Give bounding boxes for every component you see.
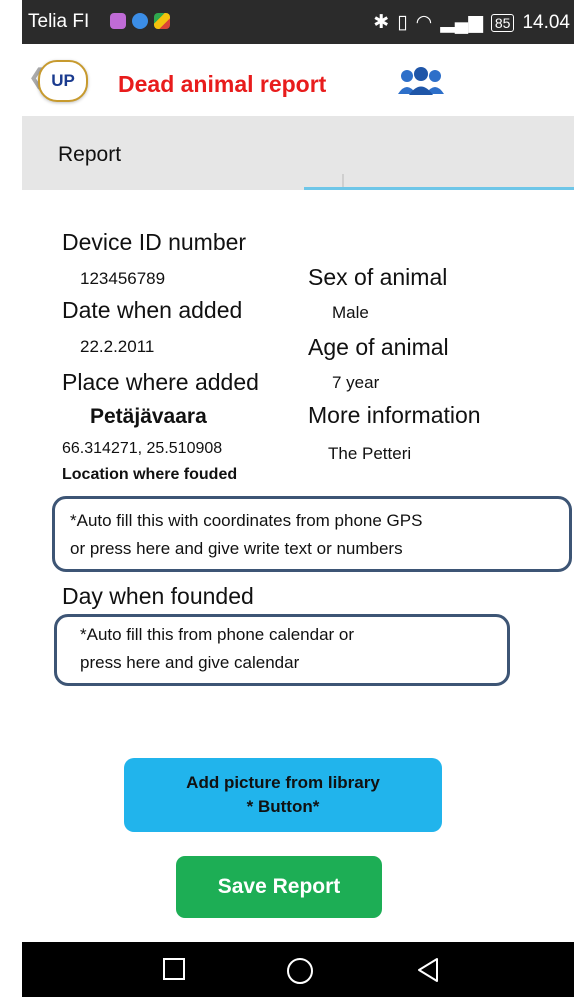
date-added-label: Date when added bbox=[62, 297, 243, 323]
maps-icon bbox=[154, 13, 170, 29]
page-title: Dead animal report bbox=[118, 71, 327, 97]
place-coordinates: 66.314271, 25.510908 bbox=[62, 440, 223, 457]
home-icon[interactable] bbox=[286, 957, 314, 985]
more-info-value: The Petteri bbox=[328, 444, 412, 463]
tab-indicator bbox=[304, 187, 574, 190]
app-screen: Telia FI ✱ ▯ ◠ ▂▄▆ 85 14.04 ❮ UP Dead an… bbox=[22, 0, 574, 997]
device-id-value: 123456789 bbox=[80, 269, 166, 288]
day-hint-line1: *Auto fill this from phone calendar or bbox=[80, 625, 355, 644]
day-hint-line2: press here and give calendar bbox=[80, 653, 300, 672]
tab-report[interactable]: Report bbox=[58, 143, 121, 167]
status-right: ✱ ▯ ◠ ▂▄▆ 85 14.04 bbox=[373, 11, 570, 34]
wifi-icon: ◠ bbox=[415, 12, 433, 33]
back-icon[interactable] bbox=[416, 957, 440, 983]
day-found-label: Day when founded bbox=[62, 583, 254, 609]
add-picture-button[interactable]: Add picture from library * Button* bbox=[124, 758, 442, 832]
gallery-icon bbox=[110, 13, 126, 29]
save-report-label: Save Report bbox=[217, 875, 341, 898]
download-icon bbox=[132, 13, 148, 29]
sex-label: Sex of animal bbox=[308, 264, 448, 290]
status-bar: Telia FI ✱ ▯ ◠ ▂▄▆ 85 14.04 bbox=[22, 0, 574, 44]
notification-icons bbox=[110, 13, 170, 29]
bluetooth-icon: ✱ bbox=[373, 12, 390, 33]
system-nav-bar bbox=[22, 942, 574, 997]
signal-icon: ▂▄▆ bbox=[440, 12, 483, 33]
app-logo-text: UP bbox=[51, 71, 75, 90]
app-logo[interactable]: UP bbox=[38, 60, 88, 102]
save-report-button[interactable]: Save Report bbox=[176, 856, 382, 918]
battery-level: 85 bbox=[490, 13, 515, 32]
location-hint-line2: or press here and give write text or num… bbox=[70, 539, 403, 558]
sex-value: Male bbox=[332, 303, 369, 322]
age-value: 7 year bbox=[332, 373, 380, 392]
place-name: Petäjävaara bbox=[90, 405, 207, 428]
more-info-label: More information bbox=[308, 402, 481, 428]
place-added-label: Place where added bbox=[62, 369, 259, 395]
device-id-label: Device ID number bbox=[62, 229, 247, 255]
people-group-icon[interactable] bbox=[398, 66, 444, 96]
age-label: Age of animal bbox=[308, 334, 449, 360]
location-found-label: Location where fouded bbox=[62, 466, 238, 483]
location-hint-line1: *Auto fill this with coordinates from ph… bbox=[70, 511, 423, 530]
app-header: ❮ UP Dead animal report bbox=[22, 44, 574, 116]
vibrate-icon: ▯ bbox=[397, 12, 408, 33]
tab-bar: Report bbox=[22, 116, 574, 190]
date-added-value: 22.2.2011 bbox=[80, 337, 155, 356]
recent-apps-icon[interactable] bbox=[162, 957, 186, 981]
carrier-name: Telia FI bbox=[28, 11, 90, 32]
add-picture-sublabel: * Button* bbox=[246, 797, 320, 816]
add-picture-label: Add picture from library bbox=[186, 773, 380, 792]
clock: 14.04 bbox=[522, 11, 570, 33]
